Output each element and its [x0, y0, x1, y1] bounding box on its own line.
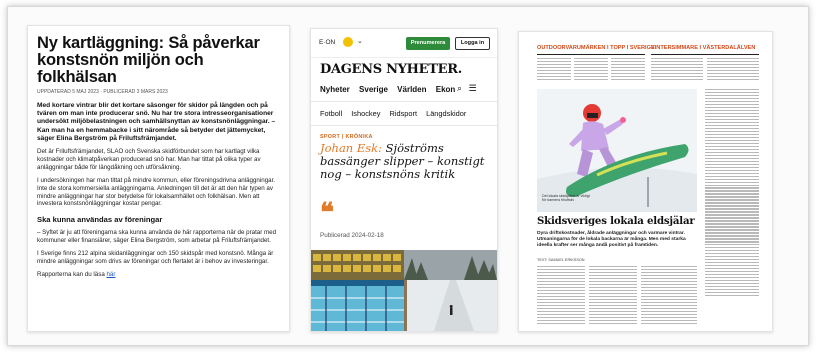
section-header-left: OUTDOORVARUMÄRKEN I TOPP I SVERIGE [537, 45, 655, 51]
secondary-nav: Fotboll Ishockey Ridsport Längdskidor [320, 109, 473, 118]
text-column [537, 58, 571, 82]
headline-author: Johan Esk: [320, 141, 382, 155]
text-column [537, 266, 585, 326]
search-icon[interactable]: ⌕ [457, 83, 462, 93]
divider [311, 101, 497, 102]
nav-item[interactable]: Nyheter [320, 85, 350, 94]
article-kicker: SPORT | KRÖNIKA [320, 134, 373, 140]
text-column [641, 266, 697, 326]
newspaper-headline: Skidsveriges lokala eldsjälar [537, 215, 695, 227]
article-headline[interactable]: Johan Esk: Sjöströms bassänger slipper –… [320, 142, 492, 181]
nav-item[interactable]: Ekon [436, 85, 456, 94]
divider [311, 125, 497, 126]
nav-item[interactable]: Längdskidor [426, 109, 466, 118]
nav-item[interactable]: Sverige [359, 85, 388, 94]
site-logo[interactable]: DAGENS NYHETER. [320, 62, 462, 77]
text-column [651, 58, 703, 82]
nav-item[interactable]: Fotboll [320, 109, 342, 118]
stadium-pool-image [311, 250, 404, 331]
article-paragraph: I undersökningen har man tittat på mindr… [37, 176, 276, 208]
section-header-right: VINTERSIMMARE I VÄSTERDALÄLVEN [651, 45, 756, 51]
newspaper-deck: Dyra driftskostnader, åldrade anläggning… [537, 231, 686, 249]
login-button[interactable]: Logga in [455, 37, 490, 50]
published-date: Publicerad 2024-02-18 [320, 232, 384, 239]
article-paragraph: – Syftet är ju att föreningarna ska kunn… [37, 229, 277, 245]
menu-icon[interactable]: ☰ [469, 83, 477, 93]
text-column [705, 89, 759, 298]
mobile-news-panel: E·ON ⌄ Prenumerera Logga in DAGENS NYHET… [310, 28, 498, 332]
top-bar: E·ON ⌄ Prenumerera Logga in [311, 29, 497, 58]
article-footer: Rapporterna kan du läsa här [37, 271, 280, 279]
nav-icons: ⌕ ☰ [457, 83, 477, 94]
nav-item[interactable]: Världen [397, 85, 426, 94]
nav-item[interactable]: Ishockey [351, 109, 380, 118]
article-paragraph: I Sverige finns 212 alpina skidanläggnin… [37, 250, 274, 266]
article-lead: Med kortare vintrar blir det kortare säs… [37, 102, 276, 142]
article-title: Ny kartläggning: Så påverkar konstsnön m… [37, 34, 260, 86]
text-column [707, 58, 759, 82]
divider [537, 54, 645, 55]
article-meta: UPPDATERAD 5 MAJ 2023 · PUBLICERAD 3 MAR… [37, 89, 168, 95]
photo-caption: Det lokala skidspåret är viktigt för bar… [542, 194, 590, 203]
eon-brand: E·ON [319, 39, 336, 46]
chevron-down-icon[interactable]: ⌄ [357, 37, 363, 45]
nav-item[interactable]: Ridsport [389, 109, 417, 118]
newspaper-spread: OUTDOORVARUMÄRKEN I TOPP I SVERIGE VINTE… [518, 31, 773, 332]
article-panel: Ny kartläggning: Så påverkar konstsnön m… [27, 25, 290, 332]
text-column [611, 58, 645, 82]
sun-icon [343, 37, 353, 47]
article-subhead: Ska kunna användas av föreningar [37, 215, 163, 225]
newspaper-byline: TEXT: SAMUEL ERIKSSON [537, 258, 585, 262]
subscribe-button[interactable]: Prenumerera [406, 37, 450, 50]
quote-icon: ❝ [320, 198, 334, 228]
divider [651, 54, 759, 55]
snowy-slope-image [404, 250, 497, 331]
report-link[interactable]: här [106, 271, 115, 278]
article-paragraph: Det är Friluftsfrämjandet, SLAO och Sven… [37, 148, 261, 171]
text-column [589, 266, 637, 326]
text-column [574, 58, 608, 82]
report-text: Rapporterna kan du läsa [37, 270, 107, 278]
